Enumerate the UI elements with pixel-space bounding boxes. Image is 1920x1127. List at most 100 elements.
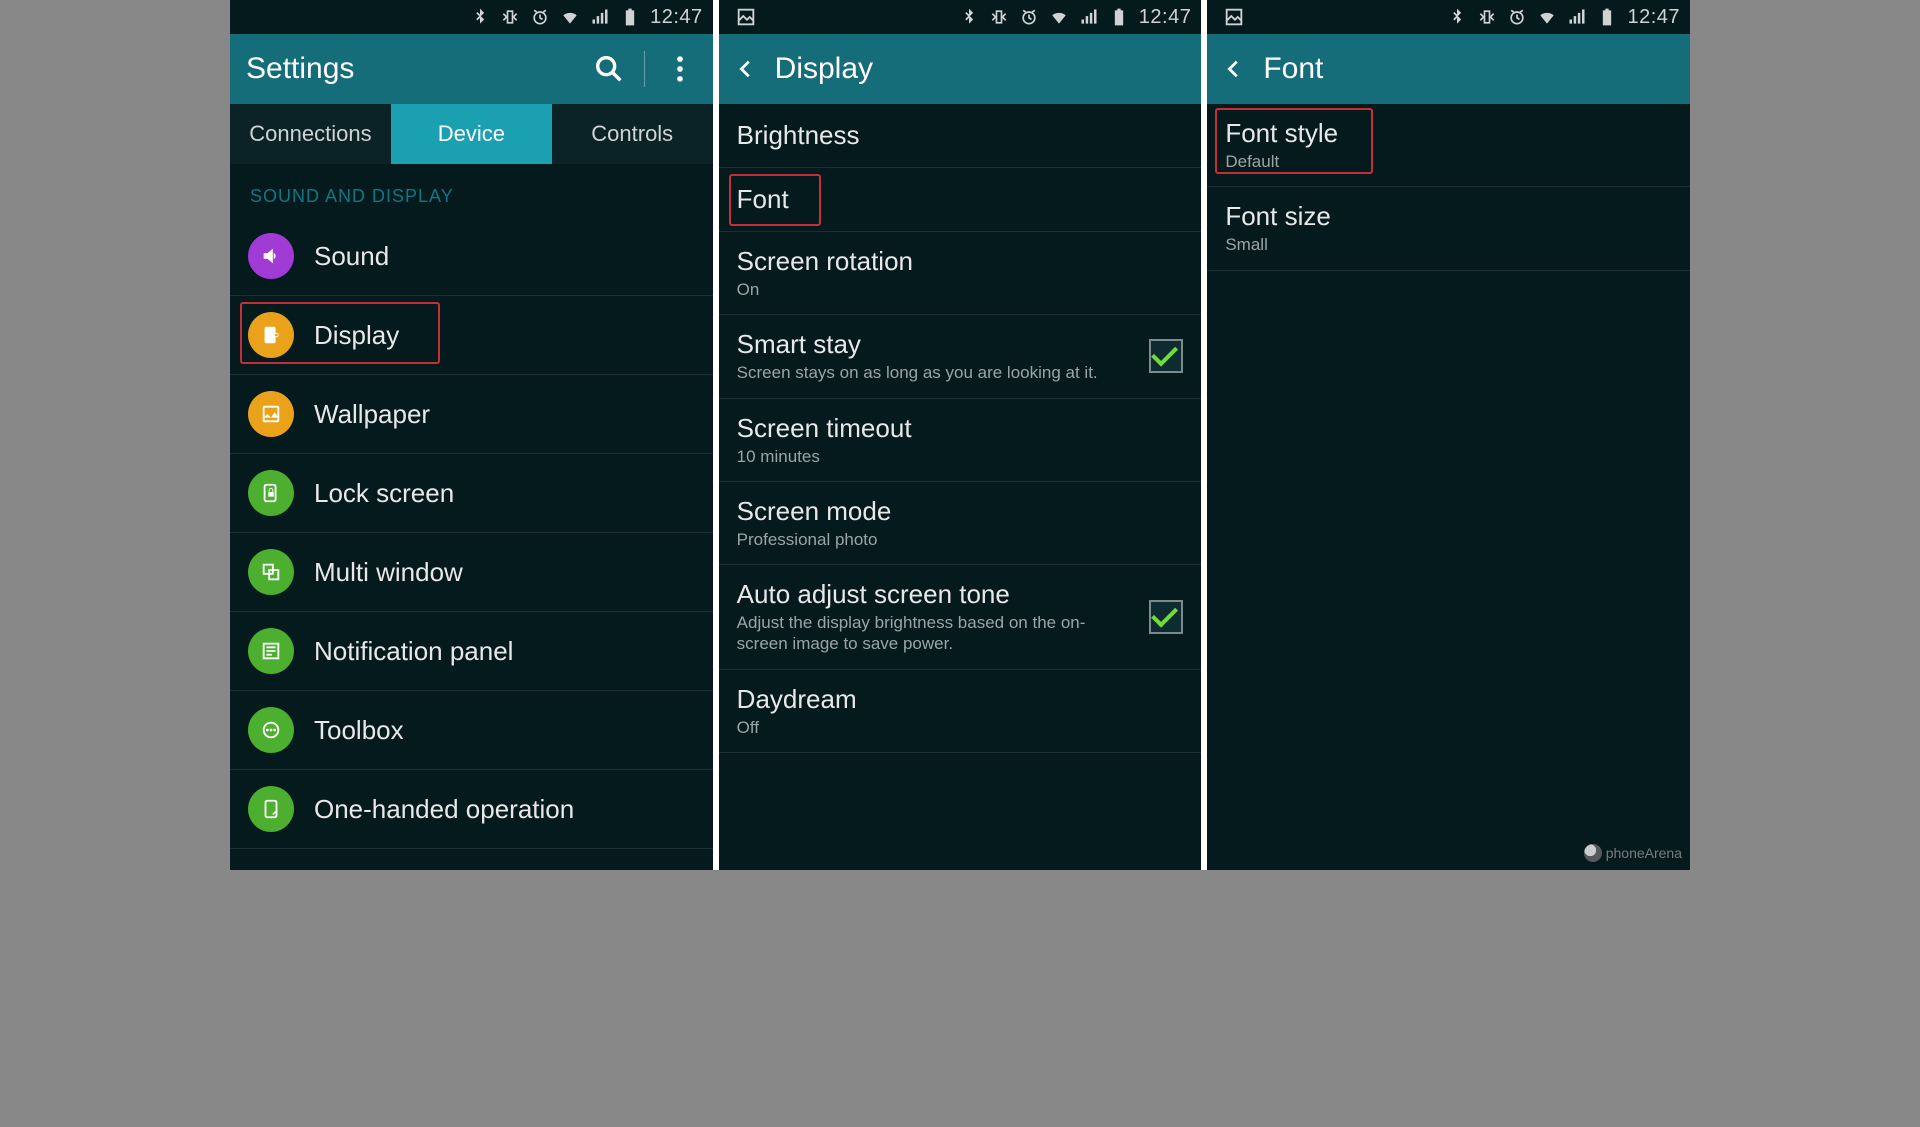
toolbox-icon	[248, 707, 294, 753]
alarm-icon	[1019, 7, 1039, 27]
wifi-icon	[1049, 7, 1069, 27]
divider	[644, 51, 645, 87]
status-time: 12:47	[1627, 6, 1680, 29]
list-item-label: Daydream	[737, 684, 1176, 715]
list-item-sound[interactable]: Sound	[230, 217, 713, 296]
list-item-brightness[interactable]: Brightness	[719, 104, 1202, 168]
list-item-sub: Default	[1225, 151, 1664, 172]
list-item-label: Smart stay	[737, 329, 1122, 360]
vibrate-icon	[1477, 7, 1497, 27]
list-item-smart-stay[interactable]: Smart stay Screen stays on as long as yo…	[719, 315, 1202, 398]
font-list: Font style Default Font size Small	[1207, 104, 1690, 870]
list-item-label: Brightness	[737, 120, 860, 151]
status-bar: 12:47	[719, 0, 1202, 34]
list-item-multi-window[interactable]: Multi window	[230, 533, 713, 612]
list-item-label: Font	[737, 184, 789, 215]
back-icon[interactable]	[1223, 58, 1245, 80]
checkbox-auto-adjust[interactable]	[1149, 600, 1183, 634]
list-item-notification-panel[interactable]: Notification panel	[230, 612, 713, 691]
tab-label: Device	[438, 121, 505, 147]
screenshot-icon	[735, 6, 757, 28]
status-bar: 12:47	[1207, 0, 1690, 34]
list-item-label: Screen timeout	[737, 413, 1176, 444]
list-item-one-handed[interactable]: One-handed operation	[230, 770, 713, 849]
search-icon[interactable]	[592, 52, 626, 86]
list-item-auto-adjust[interactable]: Auto adjust screen tone Adjust the displ…	[719, 565, 1202, 670]
list-item-screen-timeout[interactable]: Screen timeout 10 minutes	[719, 399, 1202, 482]
three-phone-container: 12:47 Settings Connections Device Contro…	[230, 0, 1690, 870]
list-item-sub: On	[737, 279, 1176, 300]
status-bar: 12:47	[230, 0, 713, 34]
multi-window-icon	[248, 549, 294, 595]
overflow-menu-icon[interactable]	[663, 52, 697, 86]
display-icon	[248, 312, 294, 358]
tab-label: Connections	[249, 121, 371, 147]
page-title: Font	[1263, 52, 1674, 86]
notification-panel-icon	[248, 628, 294, 674]
list-item-label: Font style	[1225, 118, 1664, 149]
alarm-icon	[1507, 7, 1527, 27]
watermark-text: phoneArena	[1606, 845, 1682, 861]
tab-controls[interactable]: Controls	[552, 104, 713, 164]
battery-icon	[620, 7, 640, 27]
list-item-wallpaper[interactable]: Wallpaper	[230, 375, 713, 454]
wifi-icon	[560, 7, 580, 27]
tab-bar: Connections Device Controls	[230, 104, 713, 164]
app-bar: Settings	[230, 34, 713, 104]
battery-icon	[1597, 7, 1617, 27]
list-item-sub: Small	[1225, 234, 1664, 255]
sound-icon	[248, 233, 294, 279]
wifi-icon	[1537, 7, 1557, 27]
list-item-label: Screen rotation	[737, 246, 1176, 277]
list-item-font[interactable]: Font	[719, 168, 1202, 232]
app-bar: Font	[1207, 34, 1690, 104]
phone-settings: 12:47 Settings Connections Device Contro…	[230, 0, 713, 870]
tab-label: Controls	[591, 121, 673, 147]
list-item-screen-mode[interactable]: Screen mode Professional photo	[719, 482, 1202, 565]
lock-screen-icon	[248, 470, 294, 516]
list-item-toolbox[interactable]: Toolbox	[230, 691, 713, 770]
bluetooth-icon	[470, 7, 490, 27]
list-item-label: Multi window	[314, 557, 463, 588]
list-item-label: Lock screen	[314, 478, 454, 509]
status-time: 12:47	[1139, 6, 1192, 29]
tab-device[interactable]: Device	[391, 104, 552, 164]
wallpaper-icon	[248, 391, 294, 437]
list-item-font-size[interactable]: Font size Small	[1207, 187, 1690, 270]
list-item-daydream[interactable]: Daydream Off	[719, 670, 1202, 753]
settings-list: SOUND AND DISPLAY Sound Display Wallpape…	[230, 164, 713, 870]
back-icon[interactable]	[735, 58, 757, 80]
list-item-display[interactable]: Display	[230, 296, 713, 375]
signal-icon	[1079, 7, 1099, 27]
section-sound-display: SOUND AND DISPLAY	[230, 164, 713, 217]
vibrate-icon	[500, 7, 520, 27]
list-item-lock-screen[interactable]: Lock screen	[230, 454, 713, 533]
page-title: Settings	[246, 52, 574, 86]
signal-icon	[590, 7, 610, 27]
list-item-sub: Screen stays on as long as you are looki…	[737, 362, 1122, 383]
list-item-screen-rotation[interactable]: Screen rotation On	[719, 232, 1202, 315]
phone-display: 12:47 Display Brightness Font Screen rot…	[719, 0, 1202, 870]
list-item-label: Toolbox	[314, 715, 404, 746]
tab-connections[interactable]: Connections	[230, 104, 391, 164]
section-personalisation: PERSONALISATION	[230, 849, 713, 870]
alarm-icon	[530, 7, 550, 27]
list-item-label: One-handed operation	[314, 794, 574, 825]
bluetooth-icon	[959, 7, 979, 27]
bluetooth-icon	[1447, 7, 1467, 27]
app-bar: Display	[719, 34, 1202, 104]
list-item-label: Notification panel	[314, 636, 513, 667]
page-title: Display	[775, 52, 1186, 86]
watermark: phoneArena	[1584, 844, 1682, 862]
list-item-label: Display	[314, 320, 399, 351]
list-item-sub: Off	[737, 717, 1176, 738]
signal-icon	[1567, 7, 1587, 27]
list-item-font-style[interactable]: Font style Default	[1207, 104, 1690, 187]
vibrate-icon	[989, 7, 1009, 27]
screenshot-icon	[1223, 6, 1245, 28]
list-item-label: Sound	[314, 241, 389, 272]
phonearena-logo-icon	[1584, 844, 1602, 862]
checkbox-smart-stay[interactable]	[1149, 339, 1183, 373]
list-item-sub: Professional photo	[737, 529, 1176, 550]
list-item-label: Font size	[1225, 201, 1664, 232]
